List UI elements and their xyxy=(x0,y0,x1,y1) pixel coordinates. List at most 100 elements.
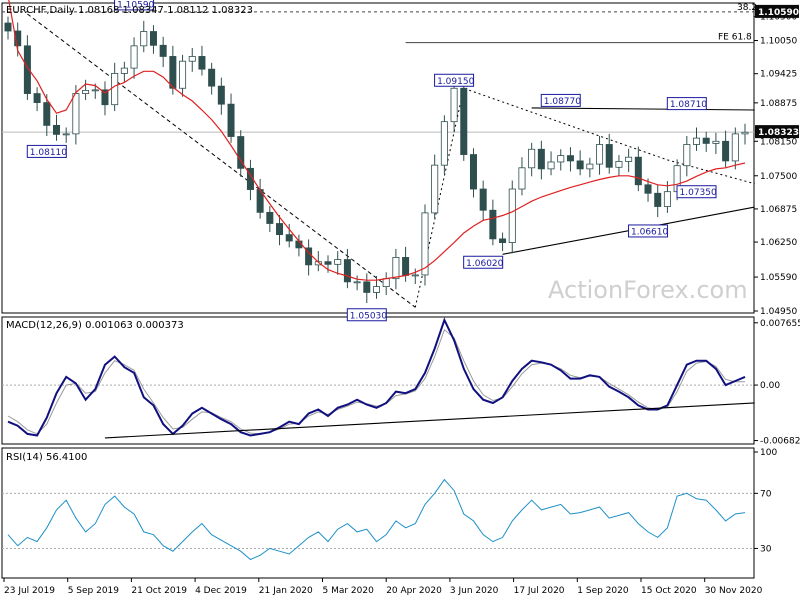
candle-body xyxy=(198,56,206,70)
price-label-text: 1.08710 xyxy=(670,100,707,110)
rsi-tick-label: 30 xyxy=(760,544,772,554)
candle-body xyxy=(644,184,652,194)
rsi-tick-label: 100 xyxy=(760,448,777,458)
candle-body xyxy=(111,73,119,106)
candle-body xyxy=(208,68,216,87)
candle-body xyxy=(188,56,196,62)
candle-body xyxy=(693,137,701,145)
x-tick-label: 3 Jun 2020 xyxy=(450,586,499,596)
candle-body xyxy=(450,87,458,123)
x-tick-label: 5 Mar 2020 xyxy=(323,586,375,596)
candle-body xyxy=(72,93,80,135)
candle-body xyxy=(140,31,148,47)
candle-body xyxy=(285,234,293,242)
candle-body xyxy=(4,22,12,32)
watermark: ActionForex.com xyxy=(548,276,748,304)
candle-body xyxy=(343,259,351,283)
price-label-text: 1.06020 xyxy=(466,259,503,269)
price-label-text: 1.08770 xyxy=(544,97,581,107)
macd-tick-label: 0.00 xyxy=(760,381,780,391)
candle-body xyxy=(741,131,749,135)
candle-body xyxy=(402,257,410,276)
candle-body xyxy=(334,259,342,265)
chart-header: EURCHF,Daily 1.08168 1.08347 1.08112 1.0… xyxy=(6,5,253,16)
candle-body xyxy=(547,161,555,170)
price-tick-label: 1.09425 xyxy=(760,70,797,80)
candle-body xyxy=(518,167,526,190)
candle-body xyxy=(469,154,477,190)
candle-body xyxy=(33,93,41,103)
candle-body xyxy=(91,89,99,92)
candle-body xyxy=(120,67,128,74)
candle-body xyxy=(528,148,536,169)
rsi-label: RSI(14) 56.4100 xyxy=(6,452,87,463)
candle-body xyxy=(43,102,51,126)
candle-body xyxy=(392,257,400,280)
candle-body xyxy=(353,281,361,284)
candle-body xyxy=(731,133,739,162)
candle-body xyxy=(169,56,177,89)
fe-label: FE 61.8 xyxy=(718,33,752,43)
candle-body xyxy=(62,133,70,136)
x-tick-label: 30 Nov 2020 xyxy=(705,586,763,596)
candle-body xyxy=(227,103,235,137)
candle-body xyxy=(508,188,516,243)
price-tick-label: 1.08875 xyxy=(760,99,797,109)
candle-body xyxy=(266,211,274,224)
x-tick-label: 4 Dec 2019 xyxy=(195,586,247,596)
fibo-label: 38.2 xyxy=(737,3,757,13)
candle-body xyxy=(586,163,594,170)
candle-body xyxy=(537,148,545,170)
price-label-text: 1.06610 xyxy=(631,227,668,237)
x-tick-label: 21 Jan 2020 xyxy=(259,586,313,596)
candle-body xyxy=(130,45,138,69)
rsi-tick-label: 70 xyxy=(760,489,772,499)
macd-tick-label: -0.006822 xyxy=(760,437,800,447)
ohlc-label: 1.08168 1.08347 1.08112 1.08323 xyxy=(78,5,253,16)
candle-body xyxy=(625,156,633,162)
candle-body xyxy=(683,144,691,167)
candle-body xyxy=(479,188,487,211)
macd-label: MACD(12,26,9) 0.001063 0.000373 xyxy=(6,320,184,331)
candle-body xyxy=(382,278,390,288)
top-price-text: 1.10590 xyxy=(758,8,799,18)
price-label-text: 1.09150 xyxy=(437,77,474,87)
macd-tick-label: 0.007655 xyxy=(760,319,800,329)
x-tick-label: 17 Jul 2020 xyxy=(514,586,565,596)
symbol-label: EURCHF,Daily xyxy=(6,5,75,16)
x-tick-label: 23 Jul 2019 xyxy=(4,586,55,596)
candle-body xyxy=(179,60,187,89)
candle-body xyxy=(440,121,448,166)
price-label-text: 1.08110 xyxy=(30,148,67,158)
candle-body xyxy=(605,144,613,168)
x-tick-label: 1 Sep 2020 xyxy=(577,586,629,596)
candle-body xyxy=(566,155,574,162)
candle-body xyxy=(276,223,284,236)
candle-body xyxy=(372,286,381,293)
candle-body xyxy=(596,144,604,165)
eurchf-chart: 38.2 FE 61.8 1.10590 1.08110 1.09150 1.08770… xyxy=(0,0,800,600)
candle-body xyxy=(411,274,419,277)
candle-body xyxy=(363,281,371,293)
candle-body xyxy=(615,161,623,168)
candle-body xyxy=(557,155,565,163)
price-tick-label: 1.08150 xyxy=(760,137,797,147)
price-tick-label: 1.06250 xyxy=(760,238,797,248)
x-tick-label: 15 Oct 2020 xyxy=(641,586,697,596)
candle-body xyxy=(663,191,671,207)
candle-body xyxy=(149,31,157,46)
price-tick-label: 1.06875 xyxy=(760,205,797,215)
candle-body xyxy=(159,44,167,57)
price-tick-label: 1.07500 xyxy=(760,172,797,182)
candle-body xyxy=(52,124,60,135)
candle-body xyxy=(82,89,90,94)
candle-body xyxy=(712,140,720,144)
current-price-text: 1.08323 xyxy=(758,128,799,138)
candle-body xyxy=(460,87,468,155)
candle-body xyxy=(324,261,332,265)
x-tick-label: 5 Sep 2019 xyxy=(68,586,120,596)
candle-body xyxy=(217,85,225,105)
candle-body xyxy=(489,209,497,240)
candle-body xyxy=(576,160,584,170)
price-tick-label: 1.05590 xyxy=(760,273,797,283)
